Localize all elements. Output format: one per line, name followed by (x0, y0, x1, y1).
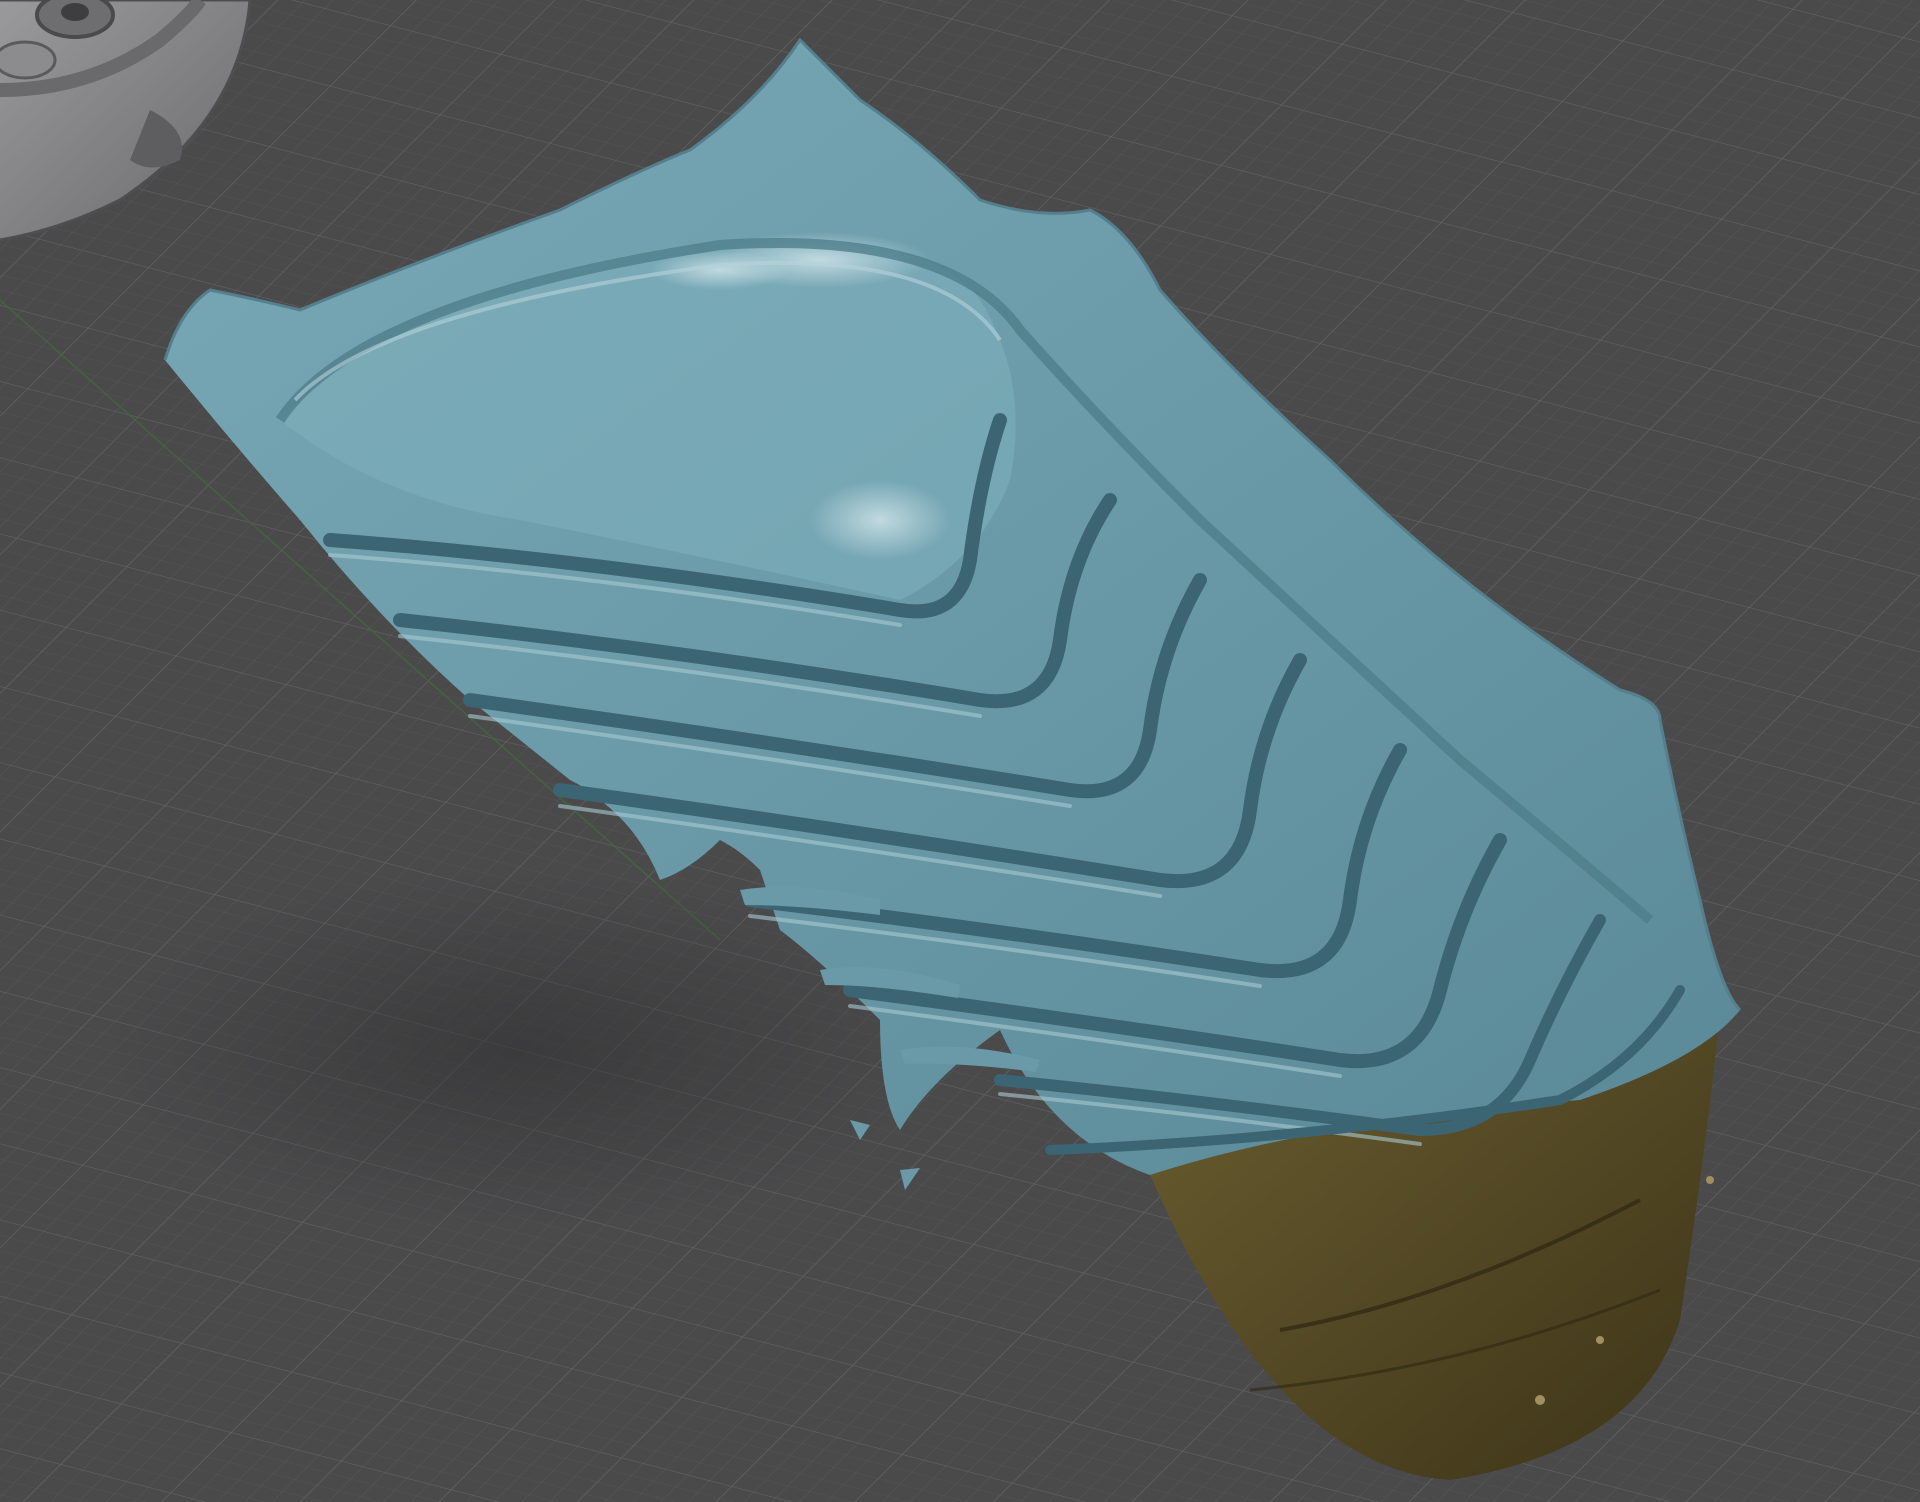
scene-canvas[interactable] (0, 0, 1920, 1502)
3d-viewport[interactable] (0, 0, 1920, 1502)
